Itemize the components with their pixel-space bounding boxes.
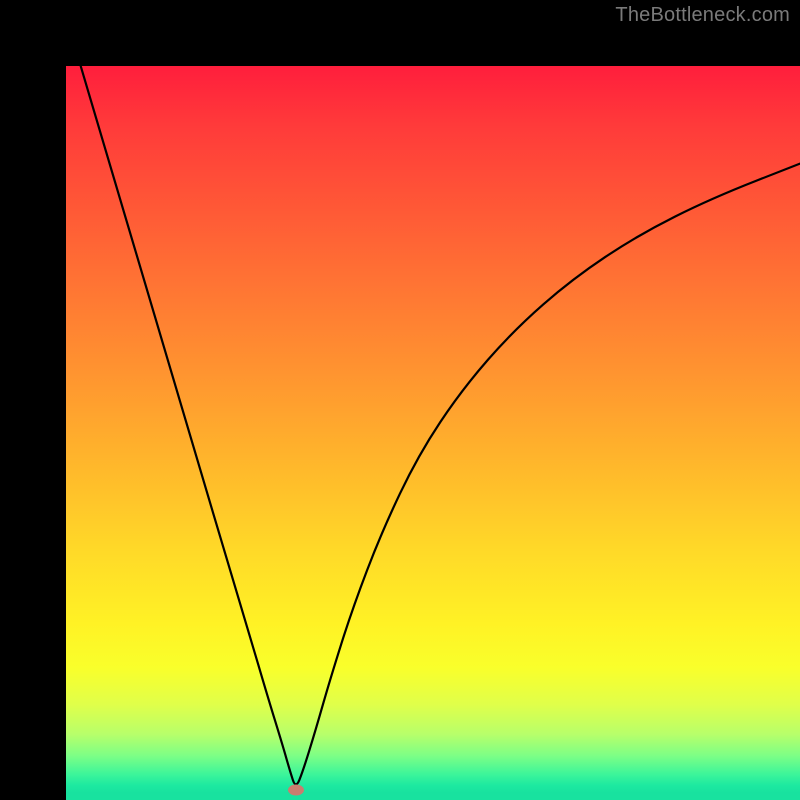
plot-area [66, 66, 800, 800]
chart-frame [0, 0, 800, 800]
watermark-label: TheBottleneck.com [615, 4, 790, 27]
optimum-marker-icon [288, 784, 304, 795]
bottleneck-curve [66, 66, 800, 800]
